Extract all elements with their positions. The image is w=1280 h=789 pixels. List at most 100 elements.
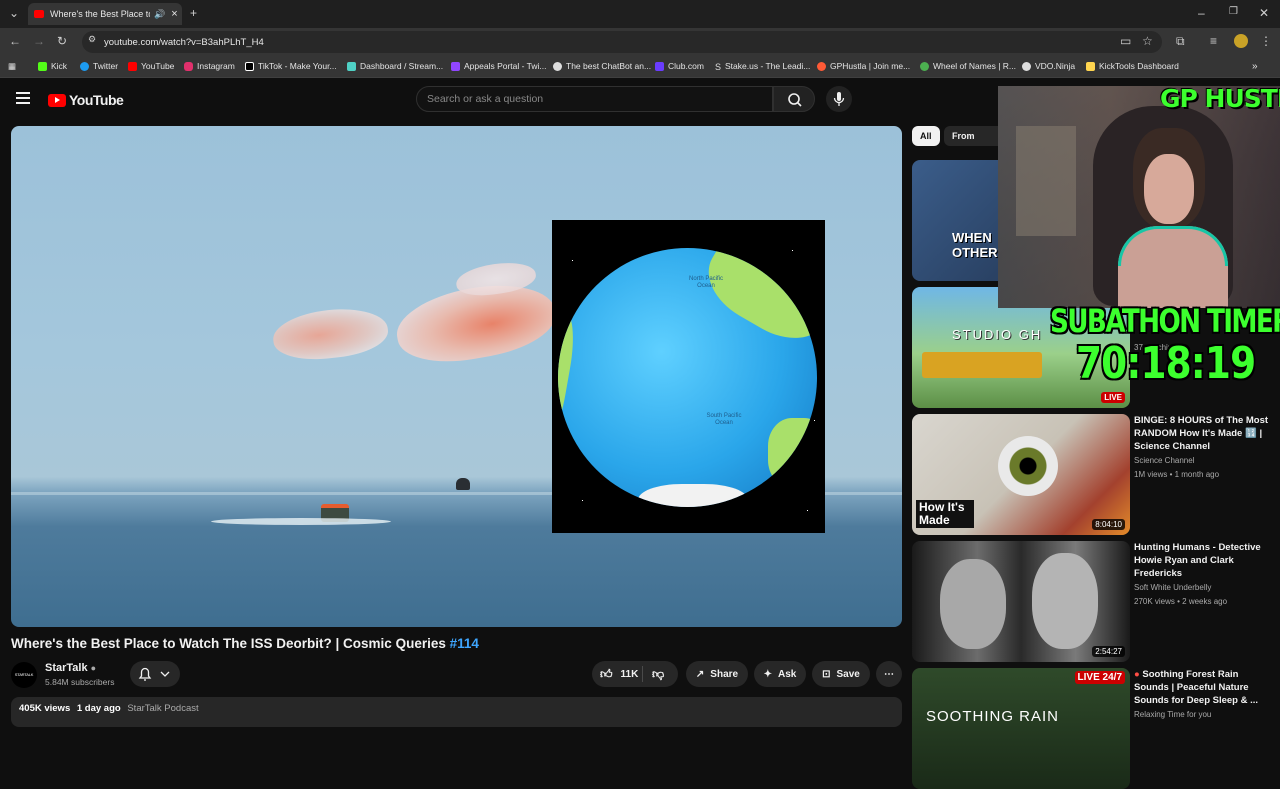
save-button[interactable]: ⊡ Save bbox=[812, 661, 870, 687]
youtube-wordmark: YouTube bbox=[69, 92, 124, 108]
capsule bbox=[456, 478, 470, 490]
recommended-title[interactable]: Hunting Humans - Detective Howie Ryan an… bbox=[1134, 541, 1274, 580]
bookmark-appeals[interactable]: Appeals Portal - Twi... bbox=[451, 61, 547, 71]
face bbox=[1144, 154, 1194, 224]
train-illustration bbox=[922, 352, 1042, 378]
chrome-menu-icon[interactable]: ⋮ bbox=[1260, 34, 1272, 48]
like-divider bbox=[642, 666, 643, 682]
video-title: Where's the Best Place to Watch The ISS … bbox=[11, 636, 479, 651]
video-player[interactable]: North Pacific Ocean South Pacific Ocean bbox=[11, 126, 902, 627]
more-bookmarks-icon[interactable]: » bbox=[1252, 61, 1258, 72]
share-button[interactable]: ↗ Share bbox=[686, 661, 748, 687]
back-icon[interactable]: ← bbox=[9, 34, 21, 48]
webcam-overlay bbox=[998, 86, 1280, 308]
bookmark-kicktools[interactable]: KickTools Dashboard bbox=[1086, 61, 1179, 71]
subathon-timer: 70:18:19 bbox=[1076, 338, 1256, 389]
description-tag[interactable]: StarTalk Podcast bbox=[127, 703, 198, 714]
recommended-thumbnail[interactable]: How It's Made 8:04:10 bbox=[912, 414, 1130, 535]
reload-icon[interactable]: ↻ bbox=[57, 34, 67, 48]
bookmark-youtube[interactable]: YouTube bbox=[128, 61, 174, 71]
search-button[interactable] bbox=[773, 86, 815, 112]
recommended-title[interactable]: ● Soothing Forest Rain Sounds | Peaceful… bbox=[1134, 668, 1274, 707]
hashtag-link[interactable]: #114 bbox=[450, 636, 479, 651]
bell-icon bbox=[138, 667, 170, 681]
earth-globe: North Pacific Ocean South Pacific Ocean bbox=[558, 248, 817, 507]
voice-search-button[interactable] bbox=[826, 86, 852, 112]
close-window-icon[interactable]: ✕ bbox=[1259, 6, 1269, 20]
streamer-logo: GP HUSTLA bbox=[1160, 84, 1280, 113]
recommended-thumbnail[interactable]: SOOTHING RAIN LIVE 24/7 bbox=[912, 668, 1130, 789]
bookmark-instagram[interactable]: Instagram bbox=[184, 61, 235, 71]
save-icon: ⊡ bbox=[822, 668, 831, 680]
forward-icon[interactable]: → bbox=[33, 34, 45, 48]
bookmark-chatbot[interactable]: The best ChatBot an... bbox=[553, 61, 651, 71]
ask-button[interactable]: ✦ Ask bbox=[754, 661, 806, 687]
chip-from-channel[interactable]: From StarT bbox=[944, 126, 1004, 146]
restore-icon[interactable]: ❐ bbox=[1229, 6, 1238, 17]
media-icon[interactable]: ≡ bbox=[1210, 34, 1217, 48]
thumbnail-text: SOOTHING RAIN bbox=[926, 708, 1060, 725]
antarctica-land bbox=[638, 484, 748, 507]
recommended-channel[interactable]: Science Channel bbox=[1134, 456, 1194, 465]
upload-age: 1 day ago bbox=[76, 703, 121, 714]
tab-list-icon[interactable]: ⌄ bbox=[9, 6, 19, 20]
thumbs-down-icon[interactable]: 👎︎ bbox=[652, 667, 664, 682]
channel-name[interactable]: StarTalk ● bbox=[45, 662, 96, 674]
bookmark-wheel-of-names[interactable]: Wheel of Names | R... bbox=[920, 61, 1016, 71]
browser-tab-bar: ⌄ Where's the Best Place to W 🔊 × + – ❐ … bbox=[0, 0, 1280, 28]
video-duration: 8:04:10 bbox=[1092, 519, 1125, 530]
bookmark-stake[interactable]: S Stake.us - The Leadi... bbox=[715, 61, 810, 72]
more-icon: ⋯ bbox=[884, 668, 894, 680]
minimize-icon[interactable]: – bbox=[1198, 6, 1205, 20]
boat-wake bbox=[211, 518, 391, 525]
subscription-bell-button[interactable] bbox=[130, 661, 180, 687]
bookmarks-bar: ▦ Kick Twitter YouTube Instagram TikTok … bbox=[0, 56, 1280, 78]
chip-all[interactable]: All bbox=[912, 126, 940, 146]
more-actions-button[interactable]: ⋯ bbox=[876, 661, 902, 687]
apps-icon[interactable]: ▦ bbox=[8, 61, 16, 72]
new-tab-icon[interactable]: + bbox=[190, 6, 197, 20]
description-box[interactable]: 405K views 1 day ago StarTalk Podcast bbox=[11, 697, 902, 727]
bookmark-club[interactable]: Club.com bbox=[655, 61, 704, 71]
bookmark-star-icon[interactable]: ☆ bbox=[1142, 34, 1153, 48]
face-right bbox=[1032, 553, 1098, 649]
bookmark-vdo-ninja[interactable]: VDO.Ninja bbox=[1022, 61, 1075, 71]
recommended-title[interactable]: BINGE: 8 HOURS of The Most RANDOM How It… bbox=[1134, 414, 1274, 453]
eyeball-illustration bbox=[998, 436, 1058, 496]
live-badge: LIVE 24/7 bbox=[1074, 671, 1125, 684]
speaker-icon[interactable]: 🔊 bbox=[154, 9, 165, 20]
site-info-icon[interactable]: ⚙ bbox=[88, 34, 96, 45]
recommended-channel[interactable]: Soft White Underbelly bbox=[1134, 583, 1211, 592]
live-dot-icon: ● bbox=[1134, 669, 1140, 680]
like-count: 11K bbox=[620, 668, 639, 680]
recommended-channel[interactable]: Relaxing Time for you bbox=[1134, 710, 1211, 719]
face-left bbox=[940, 559, 1006, 649]
bookmark-twitter[interactable]: Twitter bbox=[80, 61, 118, 71]
close-tab-icon[interactable]: × bbox=[171, 8, 177, 20]
share-icon: ↗ bbox=[695, 668, 705, 680]
north-pacific-label: North Pacific Ocean bbox=[688, 276, 723, 289]
bookmark-kick[interactable]: Kick bbox=[38, 61, 67, 71]
url-text: youtube.com/watch?v=B3ahPLhT_H4 bbox=[104, 36, 264, 48]
bookmark-tiktok[interactable]: TikTok - Make Your... bbox=[245, 61, 337, 71]
north-america-land bbox=[694, 248, 817, 355]
like-button[interactable]: 👍︎ 11K 👎︎ bbox=[592, 661, 678, 687]
extensions-icon[interactable]: ⧉ bbox=[1176, 34, 1185, 49]
browser-tab[interactable]: Where's the Best Place to W 🔊 × bbox=[28, 3, 182, 25]
hamburger-menu-icon[interactable] bbox=[16, 92, 30, 104]
recommended-thumbnail[interactable]: 2:54:27 bbox=[912, 541, 1130, 662]
cast-icon[interactable]: ▭ bbox=[1120, 34, 1131, 48]
url-field[interactable]: youtube.com/watch?v=B3ahPLhT_H4 bbox=[82, 31, 1162, 53]
youtube-logo[interactable]: YouTube bbox=[48, 92, 124, 108]
tab-title: Where's the Best Place to W bbox=[50, 9, 150, 19]
bookmark-gphustla[interactable]: GPHustla | Join me... bbox=[817, 61, 910, 71]
channel-avatar[interactable]: STARTALK bbox=[11, 662, 37, 688]
view-count: 405K views bbox=[19, 703, 71, 714]
bookmark-dashboard[interactable]: Dashboard / Stream... bbox=[347, 61, 443, 71]
search-input[interactable]: Search or ask a question bbox=[416, 86, 773, 112]
profile-avatar[interactable] bbox=[1234, 34, 1248, 48]
thumbnail-text: How It's Made bbox=[916, 500, 974, 528]
south-america-land bbox=[768, 418, 817, 488]
asia-australia-land bbox=[558, 305, 580, 451]
sparkle-icon: ✦ bbox=[763, 668, 773, 680]
